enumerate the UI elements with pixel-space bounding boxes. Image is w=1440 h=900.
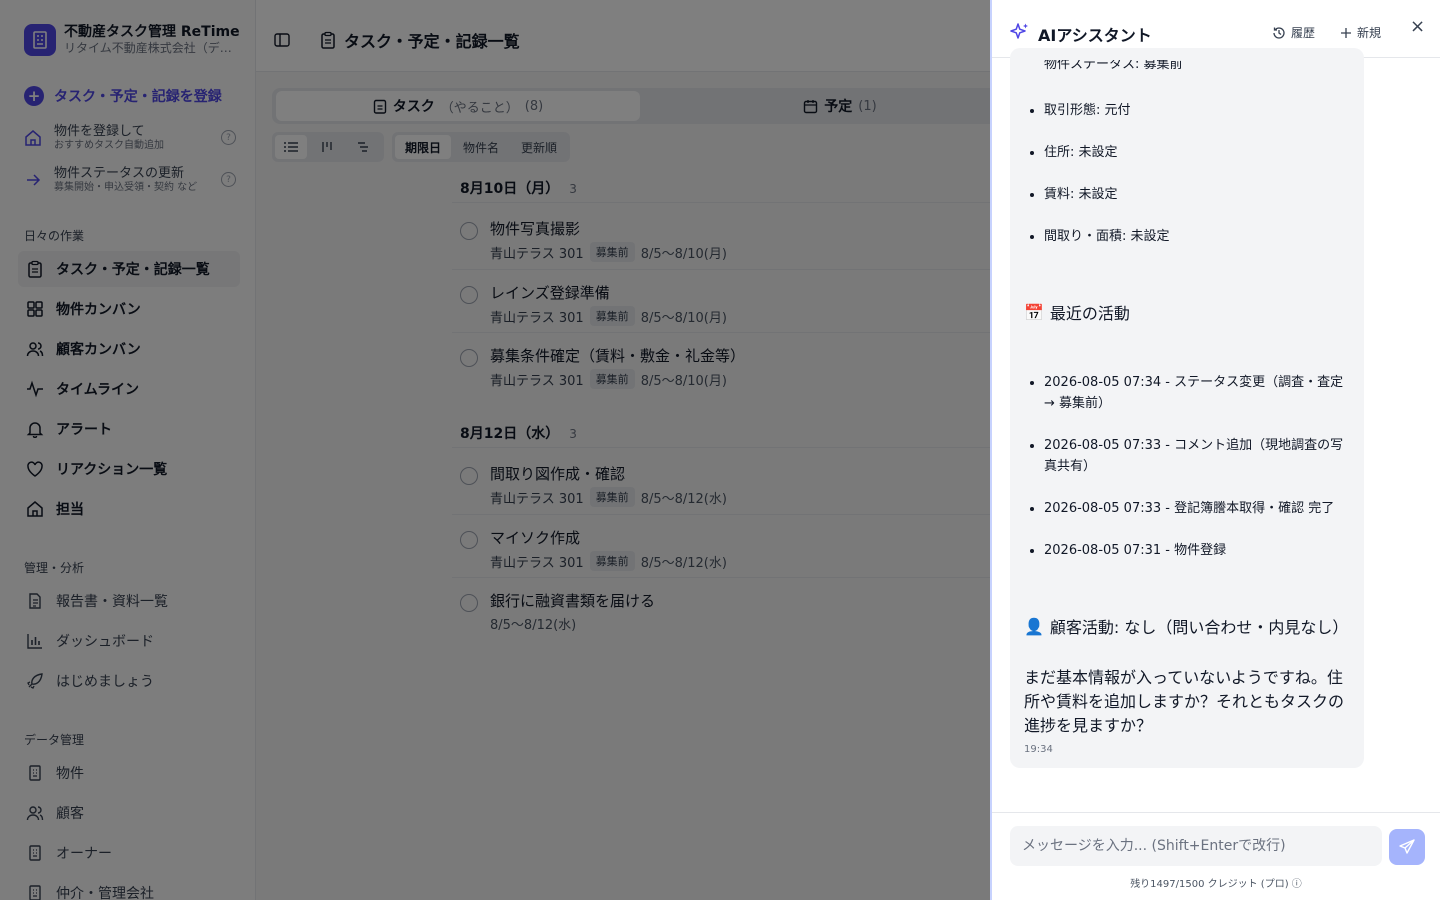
list-item: 2026-08-05 07:33 - 登記簿謄本取得・確認 完了 [1044,498,1354,519]
property-info-list: 取引形態: 元付 住所: 未設定 賃料: 未設定 間取り・面積: 未設定 [1024,100,1170,247]
calendar-emoji-icon: 📅 [1024,302,1044,322]
assistant-message: 物件ステータス: 募集前 取引形態: 元付 住所: 未設定 賃料: 未設定 間取… [1010,48,1364,768]
list-item: 取引形態: 元付 [1044,100,1170,121]
activity-list: 2026-08-05 07:34 - ステータス変更（調査・査定 → 募集前） … [1024,372,1354,561]
list-item: 2026-08-05 07:31 - 物件登録 [1044,540,1354,561]
credits-remaining: 残り1497/1500 クレジット (プロ) ⓘ [1130,879,1302,890]
history-icon [1273,26,1285,39]
heading-text: 最近の活動 [1049,304,1130,323]
send-button[interactable] [1389,829,1425,865]
message-text-clipped: 物件ステータス: 募集前 [1044,60,1183,70]
new-chat-button[interactable]: 新規 [1340,24,1381,41]
message-closing: まだ基本情報が入っていないようですね。住所や賃料を追加しますか？それともタスクの… [1024,668,1345,735]
send-icon [1399,839,1415,854]
history-button[interactable]: 履歴 [1272,24,1315,41]
customer-activity-text: 顧客活動: なし（問い合わせ・内見なし） [1049,618,1349,637]
list-item: 間取り・面積: 未設定 [1044,226,1170,247]
list-item: 2026-08-05 07:34 - ステータス変更（調査・査定 → 募集前） [1044,372,1354,414]
composer: 残り1497/1500 クレジット (プロ) ⓘ [992,812,1440,900]
message-input[interactable] [1010,826,1382,866]
message-timestamp: 19:34 [1024,744,1053,755]
customer-activity-line: 👤 顧客活動: なし（問い合わせ・内見なし） [1024,614,1348,638]
ai-assistant-panel: AIアシスタント 履歴 新規 × 物件ステータス: 募集前 取引形態: 元付 住… [990,0,1440,900]
activity-heading: 📅 最近の活動 [1024,300,1130,324]
assistant-title: AIアシスタント [1038,26,1152,45]
new-label: 新規 [1357,26,1382,40]
history-label: 履歴 [1291,26,1316,40]
close-button[interactable]: × [1410,16,1425,37]
person-emoji-icon: 👤 [1024,616,1044,636]
list-item: 賃料: 未設定 [1044,184,1170,205]
plus-icon [1341,27,1351,38]
sparkles-icon [1010,23,1028,39]
list-item: 2026-08-05 07:33 - コメント追加（現地調査の写真共有） [1044,435,1354,477]
list-item: 住所: 未設定 [1044,142,1170,163]
